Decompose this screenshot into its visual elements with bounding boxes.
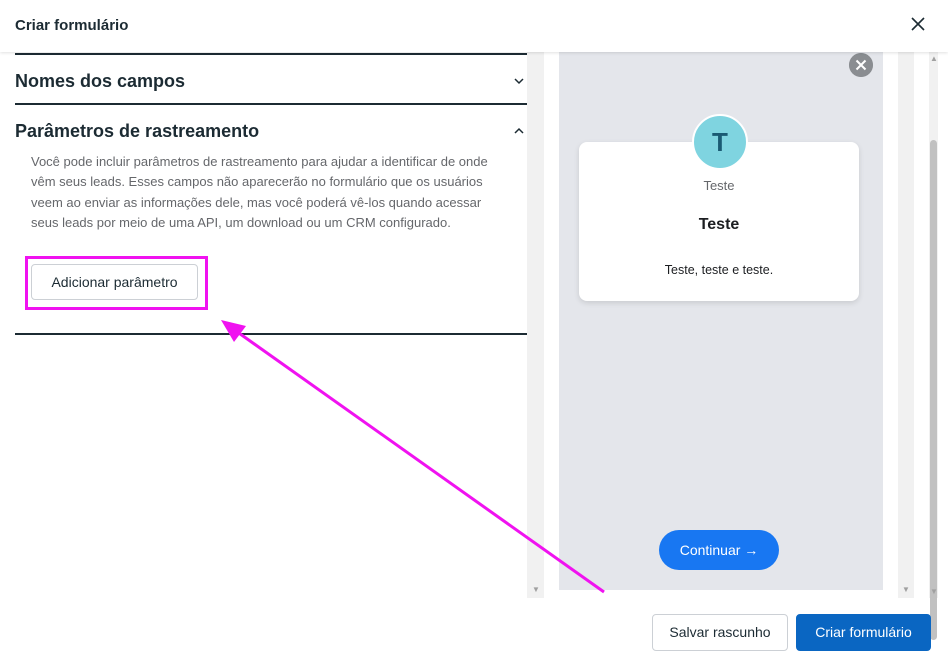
section-title-tracking: Parâmetros de rastreamento bbox=[15, 121, 260, 141]
close-icon[interactable] bbox=[908, 14, 928, 34]
tracking-description: Você pode incluir parâmetros de rastream… bbox=[31, 154, 488, 230]
left-scrollbar[interactable]: ▼ bbox=[527, 52, 544, 598]
section-tracking-parameters[interactable]: Parâmetros de rastreamento bbox=[15, 103, 527, 153]
chevron-up-icon[interactable] bbox=[513, 125, 525, 137]
scrollbar-thumb[interactable] bbox=[930, 140, 937, 640]
modal-title: Criar formulário bbox=[15, 17, 129, 34]
form-preview: Teste Teste Teste, teste e teste. T Cont… bbox=[559, 52, 883, 590]
section-field-names[interactable]: Nomes dos campos bbox=[15, 53, 527, 103]
scroll-down-arrow-icon[interactable]: ▼ bbox=[532, 585, 540, 594]
form-settings-panel: Nomes dos campos Parâmetros de rastreame… bbox=[0, 52, 527, 598]
preview-form-title: Teste bbox=[698, 216, 740, 233]
preview-close-icon[interactable] bbox=[849, 53, 873, 77]
preview-scrollbar[interactable]: ▼ bbox=[898, 52, 914, 598]
create-form-button[interactable]: Criar formulário bbox=[796, 614, 931, 651]
modal-header: Criar formulário bbox=[0, 0, 948, 52]
annotation-highlight-box bbox=[25, 256, 208, 310]
chevron-down-icon[interactable] bbox=[513, 75, 525, 87]
modal-scrollbar[interactable]: ▲ ▼ bbox=[929, 52, 938, 640]
preview-page-name: Teste bbox=[703, 178, 735, 193]
preview-form-description: Teste, teste e teste. bbox=[664, 263, 774, 277]
scroll-up-arrow-icon[interactable]: ▲ bbox=[930, 54, 938, 63]
scroll-down-arrow-icon[interactable]: ▼ bbox=[902, 585, 910, 594]
section-divider bbox=[15, 333, 527, 335]
avatar: T bbox=[692, 114, 748, 170]
section-title-field-names: Nomes dos campos bbox=[15, 71, 186, 91]
continue-button[interactable]: Continuar → bbox=[659, 530, 779, 570]
scroll-down-arrow-icon[interactable]: ▼ bbox=[930, 587, 938, 596]
save-draft-button[interactable]: Salvar rascunho bbox=[652, 614, 788, 651]
